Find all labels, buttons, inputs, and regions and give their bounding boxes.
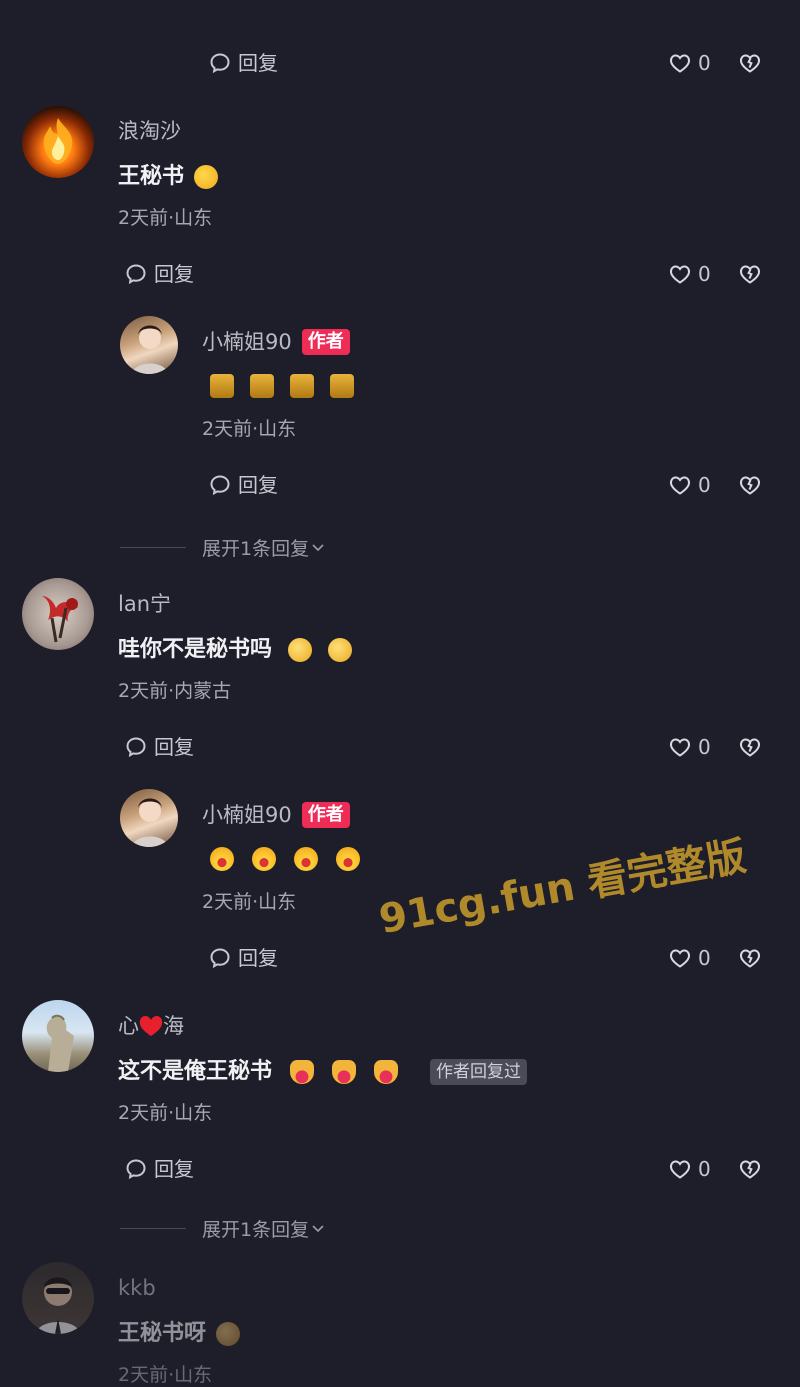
like-button[interactable]: 0 (668, 945, 711, 971)
divider (120, 547, 186, 548)
comment-bubble-icon (124, 262, 148, 286)
avatar[interactable] (120, 316, 178, 374)
beer-emoji-icon (290, 374, 314, 398)
chevron-down-icon (312, 1224, 324, 1232)
divider (120, 1228, 186, 1229)
fire-avatar-icon (43, 118, 73, 164)
grin-emoji-icon (288, 638, 313, 662)
author-badge: 作者 (301, 802, 350, 828)
reply-button[interactable]: 回复 (208, 472, 278, 498)
finger-heart-emoji-icon (374, 1060, 399, 1084)
red-heart-icon (139, 1016, 163, 1036)
author-replied-tag: 作者回复过 (430, 1059, 528, 1085)
avatar[interactable] (22, 106, 94, 178)
broken-heart-icon[interactable] (738, 946, 762, 970)
comment-text: 这不是俺王秘书 作者回复过 (118, 1058, 528, 1086)
comment-text: 王秘书呀 (118, 1320, 241, 1348)
reply-button[interactable]: 回复 (208, 50, 278, 76)
reply-username[interactable]: 小楠姐90 (202, 802, 292, 828)
heart-outline-icon (668, 51, 692, 75)
like-button[interactable]: 0 (668, 1156, 711, 1182)
money-face-emoji-icon (216, 1322, 241, 1346)
heart-outline-icon (668, 1157, 692, 1181)
like-count: 0 (698, 51, 711, 75)
comment-text: 王秘书 (118, 163, 219, 191)
like-count: 0 (698, 473, 711, 497)
broken-heart-icon[interactable] (738, 262, 762, 286)
reply-username[interactable]: 小楠姐90 (202, 329, 292, 355)
reply-button[interactable]: 回复 (124, 1156, 194, 1182)
heart-outline-icon (668, 735, 692, 759)
laugh-emoji-icon (294, 847, 318, 871)
reply-button[interactable]: 回复 (124, 734, 194, 760)
broken-heart-icon[interactable] (738, 51, 762, 75)
finger-heart-emoji-icon (332, 1060, 357, 1084)
broken-heart-icon[interactable] (738, 735, 762, 759)
grin-emoji-icon (328, 638, 353, 662)
broken-heart-icon[interactable] (738, 1157, 762, 1181)
comment-username[interactable]: lan宁 (118, 591, 171, 617)
beer-emoji-icon (250, 374, 274, 398)
author-badge: 作者 (301, 329, 350, 355)
person-avatar-icon (132, 798, 168, 847)
flower-avatar-icon (42, 596, 78, 643)
comment-meta: 2天前·山东 (118, 1364, 213, 1386)
like-count: 0 (698, 262, 711, 286)
avatar[interactable] (22, 1262, 94, 1334)
person-avatar-icon (132, 325, 168, 374)
comment-bubble-icon (208, 946, 232, 970)
like-count: 0 (698, 735, 711, 759)
broken-heart-icon[interactable] (738, 473, 762, 497)
comment-username[interactable]: 浪淘沙 (118, 118, 181, 144)
avatar[interactable] (22, 1000, 94, 1072)
laugh-emoji-icon (336, 847, 360, 871)
expand-replies[interactable]: 展开1条回复 (120, 534, 325, 561)
watermark-text: 91cg.fun 看完整版 (375, 833, 750, 944)
laugh-emoji-icon (210, 847, 234, 871)
comment-meta: 2天前·内蒙古 (118, 680, 232, 702)
comment-bubble-icon (208, 51, 232, 75)
like-count: 0 (698, 946, 711, 970)
comment-bubble-icon (208, 473, 232, 497)
like-button[interactable]: 0 (668, 734, 711, 760)
chevron-down-icon (312, 543, 324, 551)
reply-meta: 2天前·山东 (202, 891, 297, 913)
heart-outline-icon (668, 473, 692, 497)
comment-text: 哇你不是秘书吗 (118, 636, 353, 664)
rofl-emoji-icon (194, 165, 219, 189)
avatar[interactable] (120, 789, 178, 847)
comment-bubble-icon (124, 1157, 148, 1181)
comment-meta: 2天前·山东 (118, 1102, 213, 1124)
reply-username-row: 小楠姐90 作者 (202, 802, 350, 828)
comment-username[interactable]: kkb (118, 1275, 156, 1301)
finger-heart-emoji-icon (290, 1060, 315, 1084)
reply-button[interactable]: 回复 (208, 945, 278, 971)
like-button[interactable]: 0 (668, 472, 711, 498)
avatar[interactable] (22, 578, 94, 650)
heart-outline-icon (668, 262, 692, 286)
comment-meta: 2天前·山东 (118, 207, 213, 229)
like-button[interactable]: 0 (668, 261, 711, 287)
heart-outline-icon (668, 946, 692, 970)
reply-username-row: 小楠姐90 作者 (202, 329, 350, 355)
laugh-emoji-icon (252, 847, 276, 871)
person-avatar-icon (36, 1277, 80, 1334)
comment-username[interactable]: 心 海 (118, 1013, 184, 1039)
beer-emoji-icon (210, 374, 234, 398)
statue-avatar-icon (46, 1014, 74, 1072)
like-count: 0 (698, 1157, 711, 1181)
reply-meta: 2天前·山东 (202, 418, 297, 440)
reply-button[interactable]: 回复 (124, 261, 194, 287)
beer-emoji-icon (330, 374, 354, 398)
comment-bubble-icon (124, 735, 148, 759)
like-button[interactable]: 0 (668, 50, 711, 76)
reply-text (210, 374, 354, 398)
expand-replies[interactable]: 展开1条回复 (120, 1215, 325, 1242)
reply-text (210, 847, 360, 871)
